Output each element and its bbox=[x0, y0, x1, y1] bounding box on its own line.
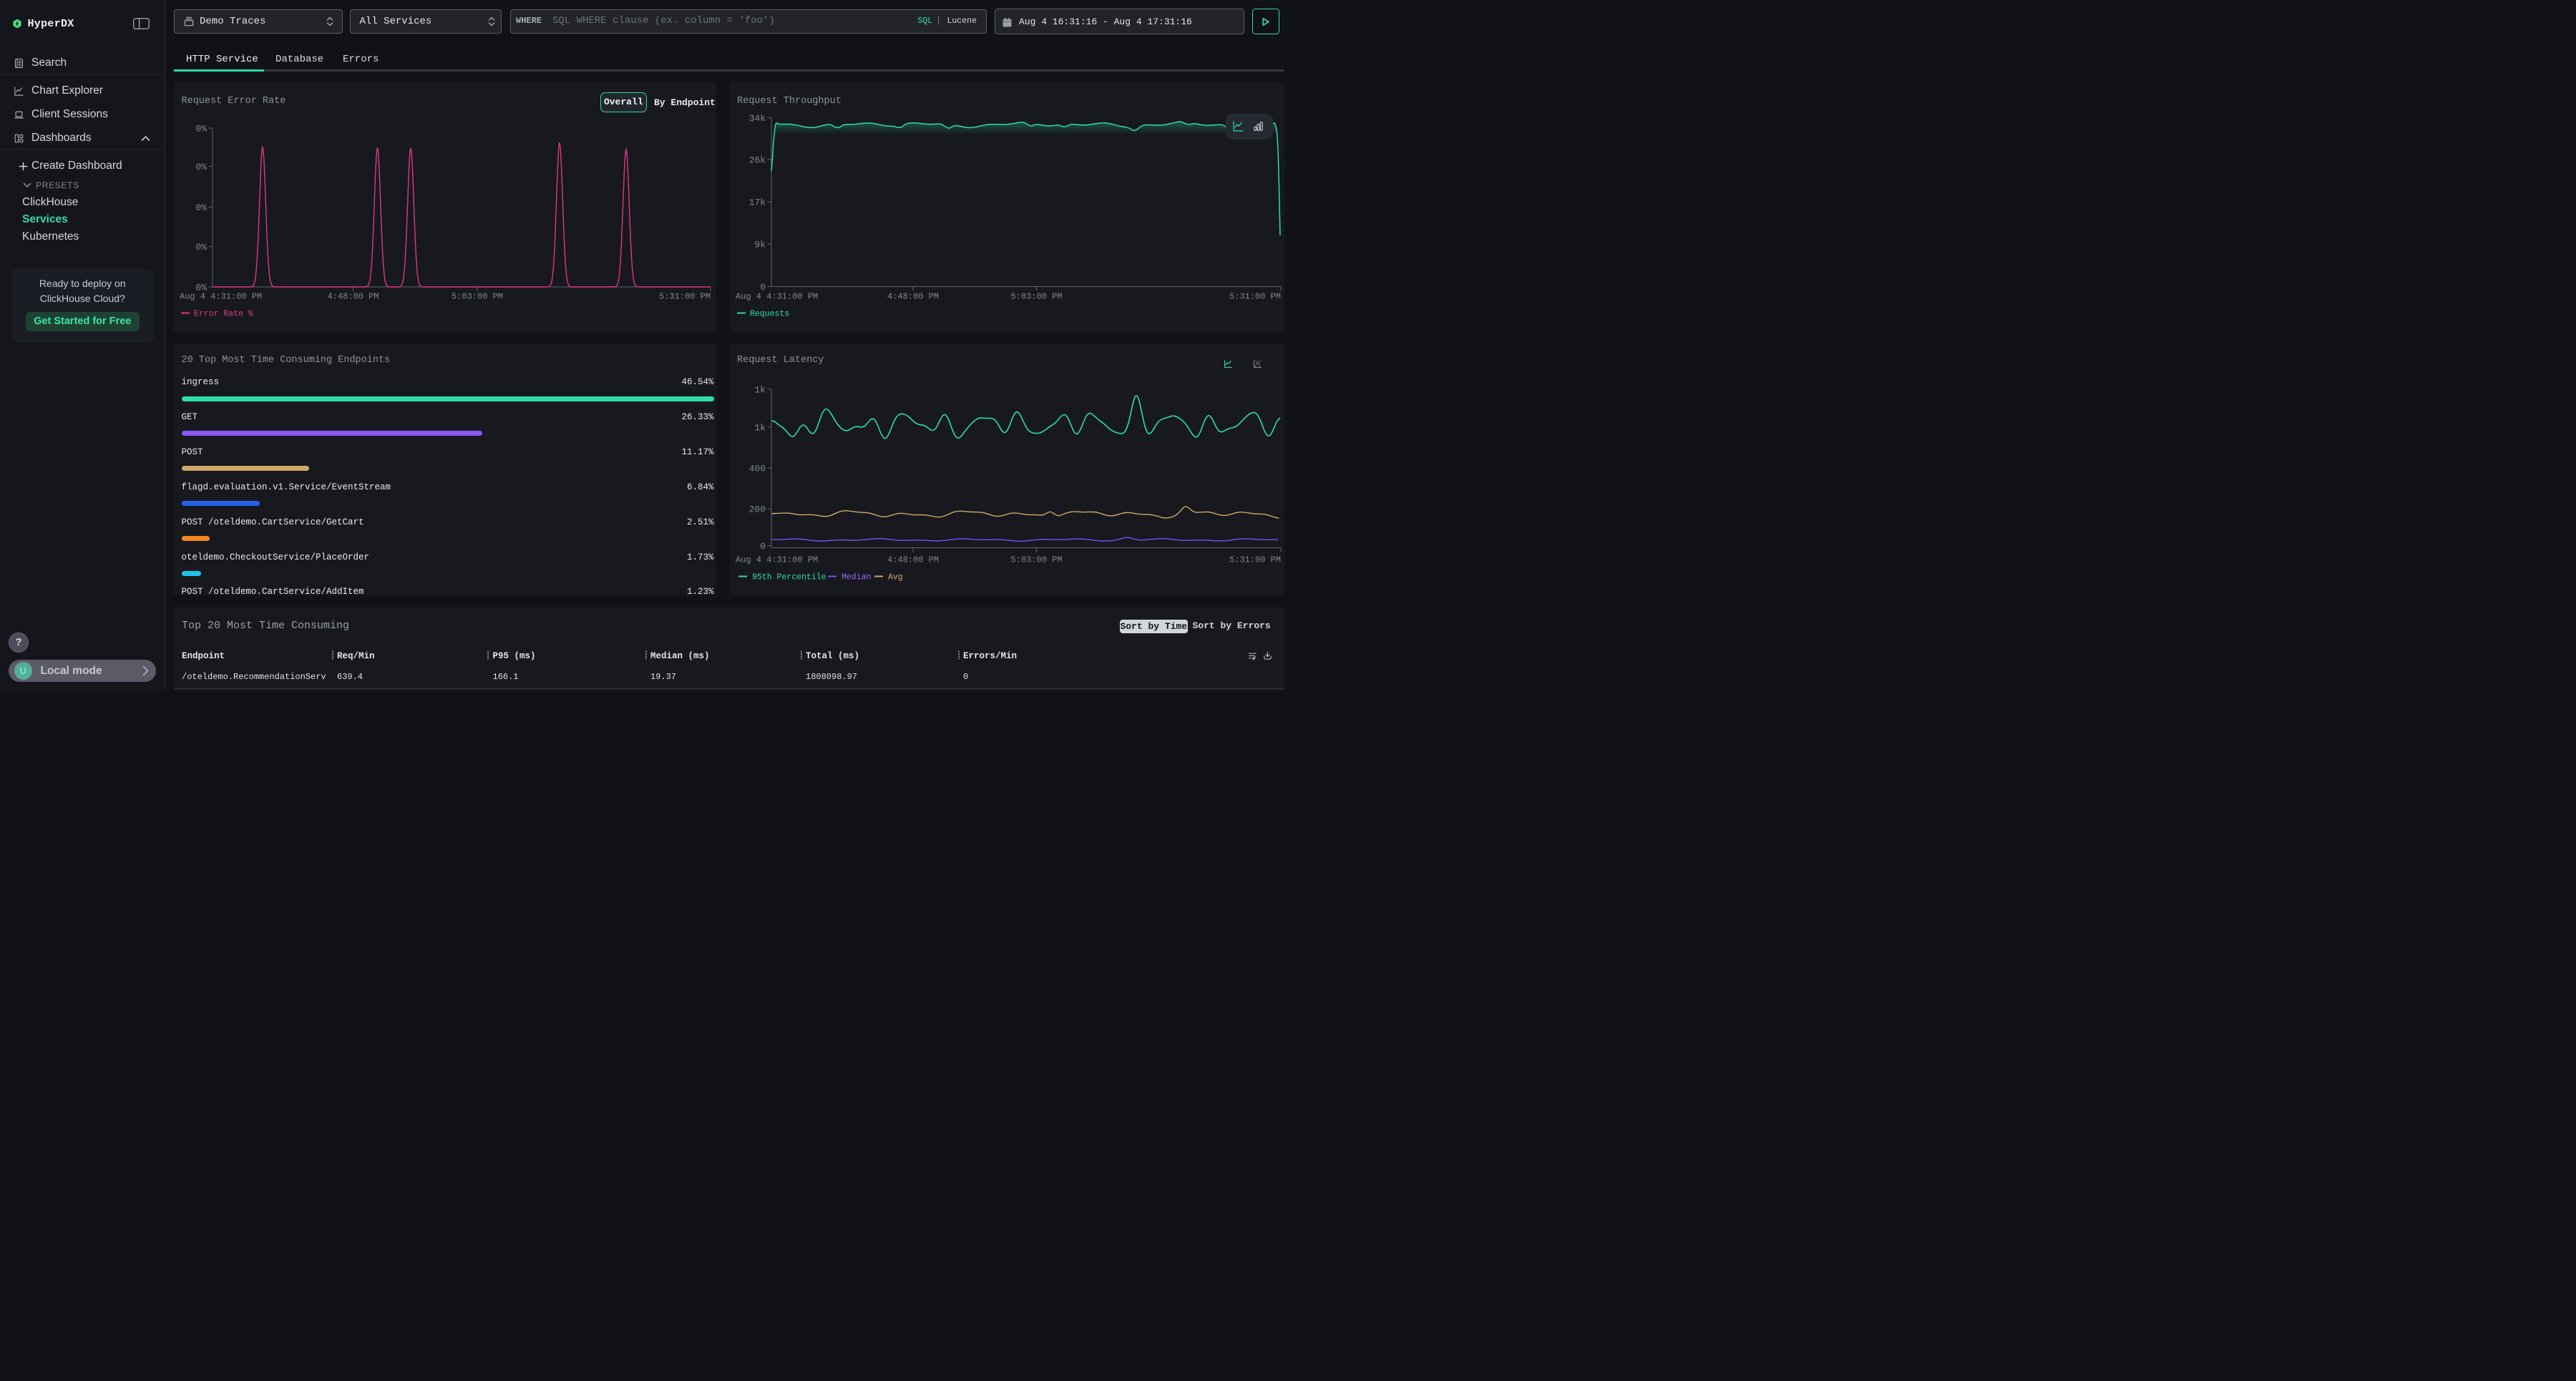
svg-text:0%: 0% bbox=[195, 242, 207, 253]
svg-text:4:48:00 PM: 4:48:00 PM bbox=[887, 292, 938, 302]
svg-text:Aug 4 4:31:00 PM: Aug 4 4:31:00 PM bbox=[180, 292, 262, 302]
svg-text:Error Rate %: Error Rate % bbox=[194, 310, 253, 319]
svg-text:17k: 17k bbox=[748, 197, 766, 208]
svg-text:Avg: Avg bbox=[888, 572, 903, 582]
svg-text:9k: 9k bbox=[754, 240, 766, 250]
svg-text:5:31:00 PM: 5:31:00 PM bbox=[659, 292, 711, 302]
svg-text:95th Percentile: 95th Percentile bbox=[752, 572, 826, 582]
svg-text:Requests: Requests bbox=[750, 310, 789, 319]
svg-text:0%: 0% bbox=[195, 162, 207, 172]
svg-text:1k: 1k bbox=[754, 422, 766, 433]
svg-text:200: 200 bbox=[748, 504, 765, 514]
svg-text:0%: 0% bbox=[195, 202, 207, 213]
svg-text:5:03:00 PM: 5:03:00 PM bbox=[1010, 555, 1062, 565]
svg-text:34k: 34k bbox=[748, 113, 766, 124]
svg-text:0: 0 bbox=[760, 541, 766, 552]
svg-text:Aug 4 4:31:00 PM: Aug 4 4:31:00 PM bbox=[736, 555, 818, 565]
svg-text:5:03:00 PM: 5:03:00 PM bbox=[452, 292, 503, 302]
svg-text:4:48:00 PM: 4:48:00 PM bbox=[887, 555, 938, 565]
svg-text:1k: 1k bbox=[754, 384, 766, 395]
svg-text:Aug 4 4:31:00 PM: Aug 4 4:31:00 PM bbox=[736, 292, 818, 302]
svg-text:Median: Median bbox=[841, 572, 871, 582]
svg-text:26k: 26k bbox=[748, 155, 766, 166]
svg-text:0%: 0% bbox=[195, 124, 207, 135]
svg-text:5:31:00 PM: 5:31:00 PM bbox=[1229, 555, 1280, 565]
svg-text:5:03:00 PM: 5:03:00 PM bbox=[1010, 292, 1062, 302]
svg-text:400: 400 bbox=[748, 463, 765, 474]
svg-text:4:48:00 PM: 4:48:00 PM bbox=[327, 292, 379, 302]
svg-text:5:31:00 PM: 5:31:00 PM bbox=[1229, 292, 1280, 302]
